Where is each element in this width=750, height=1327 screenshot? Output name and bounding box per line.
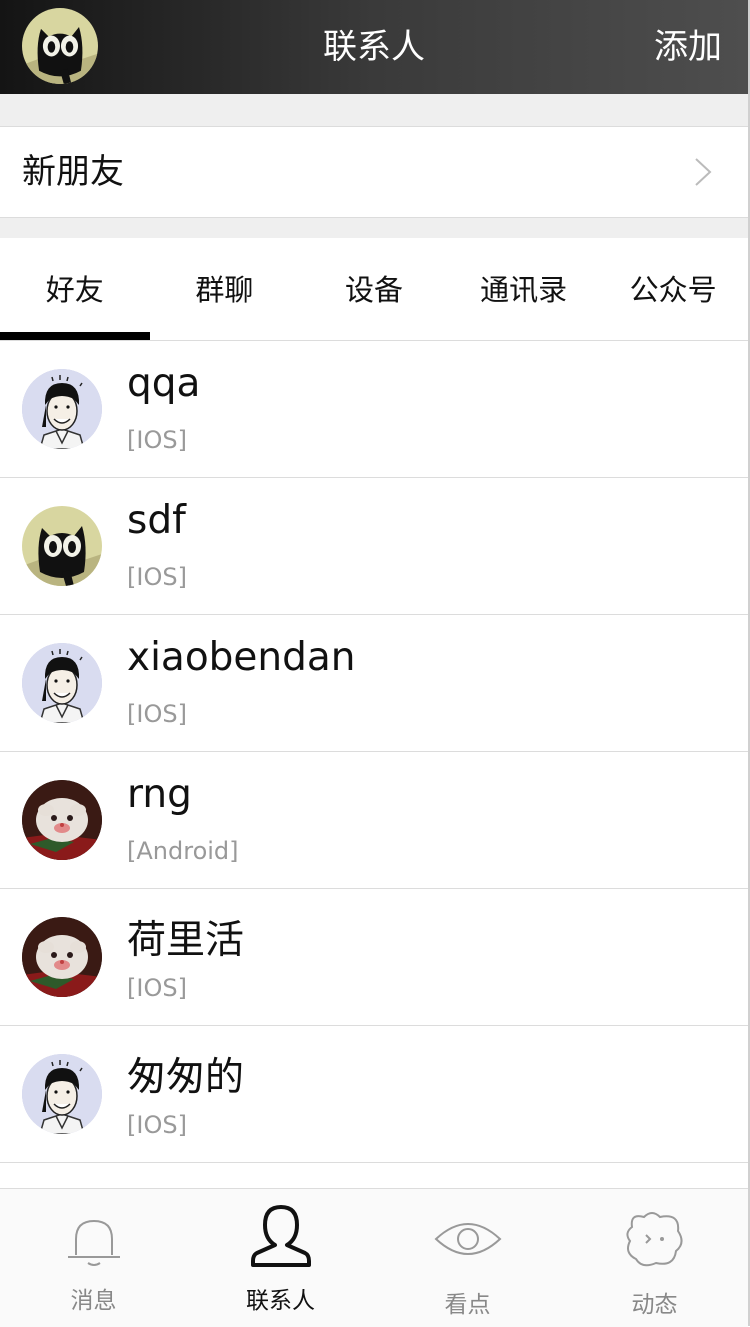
avatar bbox=[22, 1054, 102, 1134]
eye-icon bbox=[434, 1223, 501, 1255]
bottom-nav: 消息 联系人 看点 动态 bbox=[0, 1188, 748, 1327]
tab-official-accounts[interactable]: 公众号 bbox=[598, 238, 748, 340]
section-gap bbox=[0, 94, 748, 127]
add-button[interactable]: 添加 bbox=[654, 0, 722, 94]
bell-icon bbox=[67, 1219, 120, 1266]
contact-tabs: 好友 群聊 设备 通讯录 公众号 bbox=[0, 238, 748, 341]
nav-moments[interactable]: 动态 bbox=[561, 1189, 748, 1327]
avatar bbox=[22, 643, 102, 723]
new-friends-label: 新朋友 bbox=[22, 152, 124, 192]
list-item[interactable]: sdf [IOS] bbox=[0, 478, 748, 615]
contact-name: 荷里活 bbox=[127, 918, 245, 963]
nav-label: 看点 bbox=[444, 1292, 491, 1318]
nav-label: 联系人 bbox=[246, 1288, 315, 1314]
top-bar: 联系人 添加 bbox=[0, 0, 748, 94]
list-item[interactable]: 荷里活 [IOS] bbox=[0, 889, 748, 1026]
nav-label: 消息 bbox=[70, 1288, 117, 1314]
star-face-icon bbox=[625, 1212, 682, 1267]
contact-name: sdf bbox=[127, 498, 186, 543]
list-item[interactable]: xiaobendan [IOS] bbox=[0, 615, 748, 752]
avatar bbox=[22, 369, 102, 449]
list-item[interactable]: 匆匆的 [IOS] bbox=[0, 1026, 748, 1163]
contact-name: qqa bbox=[127, 361, 201, 406]
contact-name: rng bbox=[127, 772, 192, 817]
contact-platform: [IOS] bbox=[127, 426, 187, 454]
tab-devices[interactable]: 设备 bbox=[299, 238, 449, 340]
nav-contacts[interactable]: 联系人 bbox=[187, 1189, 374, 1327]
contact-platform: [IOS] bbox=[127, 1111, 187, 1139]
person-icon bbox=[250, 1205, 311, 1267]
section-gap bbox=[0, 217, 748, 238]
contact-name: 匆匆的 bbox=[127, 1055, 245, 1100]
tab-groups[interactable]: 群聊 bbox=[150, 238, 300, 340]
nav-messages[interactable]: 消息 bbox=[0, 1189, 187, 1327]
nav-discover[interactable]: 看点 bbox=[374, 1189, 561, 1327]
list-item[interactable]: rng [Android] bbox=[0, 752, 748, 889]
contact-platform: [IOS] bbox=[127, 974, 187, 1002]
contact-platform: [IOS] bbox=[127, 700, 187, 728]
contact-platform: [IOS] bbox=[127, 563, 187, 591]
tab-friends[interactable]: 好友 bbox=[0, 238, 150, 340]
avatar bbox=[22, 506, 102, 586]
avatar bbox=[22, 780, 102, 860]
list-item[interactable]: qqa [IOS] bbox=[0, 341, 748, 478]
contact-platform: [Android] bbox=[127, 837, 239, 865]
tab-address-book[interactable]: 通讯录 bbox=[449, 238, 599, 340]
contact-name: xiaobendan bbox=[127, 635, 356, 680]
list-item-partial bbox=[0, 1163, 748, 1188]
contact-list: qqa [IOS] sdf [IOS] xiaobendan [IOS] rng… bbox=[0, 341, 748, 1163]
nav-label: 动态 bbox=[631, 1292, 678, 1318]
page-title: 联系人 bbox=[323, 27, 425, 67]
chevron-right-icon bbox=[695, 158, 712, 186]
new-friends-row[interactable]: 新朋友 bbox=[0, 127, 748, 217]
avatar bbox=[22, 917, 102, 997]
